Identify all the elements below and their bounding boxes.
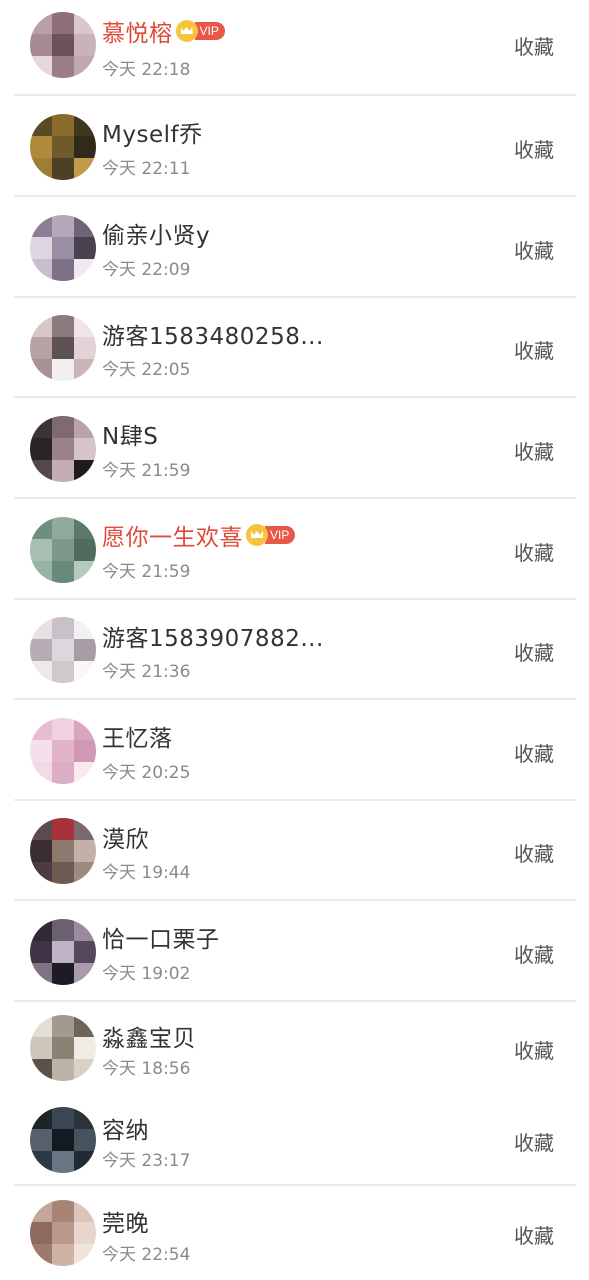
- visitor-name[interactable]: Myself乔: [102, 115, 203, 149]
- crown-icon: [175, 20, 198, 42]
- visit-time: 今天 22:54: [102, 1245, 191, 1265]
- visit-time: 今天 19:02: [102, 964, 191, 984]
- visitor-name[interactable]: 容纳: [102, 1111, 149, 1145]
- name-line: 恰一口栗子: [102, 921, 220, 953]
- favorite-button[interactable]: 收藏: [514, 436, 554, 465]
- name-line: 容纳: [102, 1112, 149, 1144]
- favorite-button[interactable]: 收藏: [514, 1035, 554, 1064]
- favorite-button[interactable]: 收藏: [514, 335, 554, 364]
- avatar[interactable]: [30, 617, 96, 683]
- visitor-row[interactable]: 游客1583480258... 今天 22:05 收藏: [0, 298, 589, 398]
- avatar[interactable]: [30, 416, 96, 482]
- favorite-button[interactable]: 收藏: [514, 31, 554, 60]
- vip-badge: VIP: [265, 526, 296, 544]
- visitor-row[interactable]: 慕悦榕 VIP 今天 22:18 收藏: [0, 0, 589, 96]
- name-line: 淼鑫宝贝: [102, 1020, 196, 1052]
- avatar[interactable]: [30, 818, 96, 884]
- visit-time: 今天 22:18: [102, 60, 191, 80]
- name-line: 莞晚: [102, 1205, 149, 1237]
- visit-time: 今天 20:25: [102, 763, 191, 783]
- avatar[interactable]: [30, 215, 96, 281]
- avatar[interactable]: [30, 1107, 96, 1173]
- favorite-button[interactable]: 收藏: [514, 637, 554, 666]
- visitor-name[interactable]: 淼鑫宝贝: [102, 1019, 196, 1053]
- visitor-name[interactable]: N肆S: [102, 417, 158, 451]
- visitor-row[interactable]: 淼鑫宝贝今天 18:56 收藏: [0, 1002, 589, 1093]
- favorite-button[interactable]: 收藏: [514, 738, 554, 767]
- visitor-row[interactable]: 王忆落今天 20:25 收藏: [0, 700, 589, 801]
- visit-time: 今天 18:56: [102, 1059, 191, 1079]
- favorite-button[interactable]: 收藏: [514, 235, 554, 264]
- visitor-row[interactable]: 偷亲小贤y 今天 22:09 收藏: [0, 197, 589, 298]
- visitor-row[interactable]: 莞晚今天 22:54 收藏: [0, 1186, 589, 1280]
- vip-badge: VIP: [194, 22, 225, 40]
- visitor-row[interactable]: 容纳今天 23:17 收藏: [0, 1093, 589, 1186]
- visit-time: 今天 22:11: [102, 159, 191, 179]
- visitor-row[interactable]: Myself乔今天 22:11 收藏: [0, 96, 589, 197]
- avatar[interactable]: [30, 517, 96, 583]
- name-line: 愿你一生欢喜 VIP: [102, 518, 296, 552]
- visitor-name[interactable]: 王忆落: [102, 719, 173, 753]
- visitor-list: 慕悦榕 VIP 今天 22:18 收藏 Myself乔 今天 22:11 收藏 偷亲小贤y 今天…: [0, 0, 589, 1280]
- name-line: 游客1583907882...: [102, 620, 324, 652]
- favorite-button[interactable]: 收藏: [514, 134, 554, 163]
- name-line: N肆S: [102, 418, 158, 450]
- visitor-name[interactable]: 慕悦榕: [102, 14, 173, 48]
- visit-time: 今天 19:44: [102, 863, 191, 883]
- visitor-name[interactable]: 愿你一生欢喜: [102, 518, 243, 552]
- favorite-button[interactable]: 收藏: [514, 939, 554, 968]
- visit-time: 今天 21:59: [102, 461, 191, 481]
- name-line: 游客1583480258...: [102, 318, 324, 350]
- name-line: 漠欣: [102, 821, 149, 853]
- avatar[interactable]: [30, 919, 96, 985]
- visitor-row[interactable]: N肆S 今天 21:59 收藏: [0, 398, 589, 499]
- visitor-row[interactable]: 游客1583907882... 今天 21:36 收藏: [0, 600, 589, 700]
- crown-icon: [246, 524, 268, 546]
- visitor-row[interactable]: 愿你一生欢喜 VIP 今天 21:59 收藏: [0, 499, 589, 600]
- avatar[interactable]: [30, 1200, 96, 1266]
- name-line: 王忆落: [102, 720, 173, 752]
- name-line: 慕悦榕 VIP: [102, 15, 225, 47]
- visit-time: 今天 23:17: [102, 1151, 191, 1171]
- avatar[interactable]: [30, 315, 96, 381]
- visitor-row[interactable]: 漠欣今天 19:44 收藏: [0, 801, 589, 901]
- visitor-name[interactable]: 偷亲小贤y: [102, 216, 210, 250]
- visit-time: 今天 21:59: [102, 562, 191, 582]
- avatar[interactable]: [30, 1015, 96, 1081]
- visitor-row[interactable]: 恰一口栗子今天 19:02 收藏: [0, 901, 589, 1002]
- visitor-name[interactable]: 恰一口栗子: [102, 920, 220, 954]
- avatar[interactable]: [30, 114, 96, 180]
- avatar[interactable]: [30, 12, 96, 78]
- visit-time: 今天 22:05: [102, 360, 191, 380]
- favorite-button[interactable]: 收藏: [514, 537, 554, 566]
- favorite-button[interactable]: 收藏: [514, 838, 554, 867]
- visit-time: 今天 22:09: [102, 260, 191, 280]
- visitor-name[interactable]: 游客1583907882...: [102, 619, 324, 653]
- favorite-button[interactable]: 收藏: [514, 1220, 554, 1249]
- visitor-name[interactable]: 游客1583480258...: [102, 317, 324, 351]
- avatar[interactable]: [30, 718, 96, 784]
- name-line: 偷亲小贤y: [102, 217, 210, 249]
- favorite-button[interactable]: 收藏: [514, 1127, 554, 1156]
- visitor-name[interactable]: 莞晚: [102, 1204, 149, 1238]
- name-line: Myself乔: [102, 116, 203, 148]
- visit-time: 今天 21:36: [102, 662, 191, 682]
- visitor-name[interactable]: 漠欣: [102, 820, 149, 854]
